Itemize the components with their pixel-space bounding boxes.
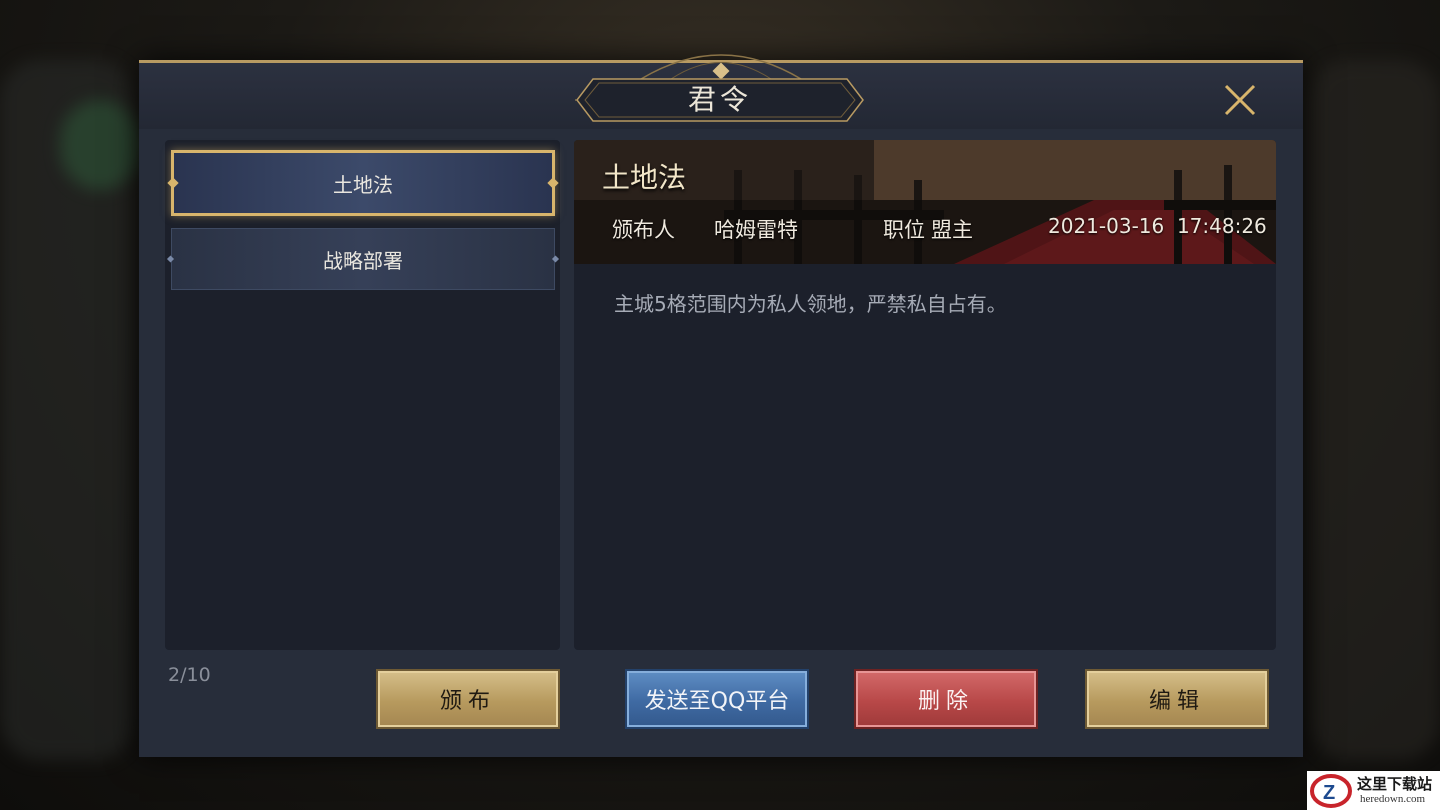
item-right-tip-icon — [547, 177, 559, 189]
list-item-strategy[interactable]: 战略部署 — [166, 228, 560, 290]
watermark-logo-icon: Z — [1310, 774, 1352, 808]
publisher-label: 颁布人 — [612, 218, 675, 242]
position-label: 职位 — [883, 218, 925, 242]
close-icon[interactable] — [1221, 81, 1259, 119]
title-plate-text-wrap: 君令 — [575, 77, 865, 123]
item-left-tip-icon — [166, 255, 175, 263]
decree-detail: 土地法 颁布人 哈姆雷特 职位 盟主 2021-03-16 17:48:26 主… — [574, 140, 1276, 650]
position-value: 盟主 — [931, 218, 973, 242]
list-item-land-law[interactable]: 土地法 — [167, 150, 559, 216]
delete-button[interactable]: 删除 — [854, 669, 1038, 729]
background-blur — [1308, 60, 1440, 760]
watermark-title: 这里下载站 — [1357, 775, 1433, 793]
dialog-header: 君令 — [139, 54, 1303, 129]
item-right-tip-icon — [551, 255, 560, 263]
list-item-label: 战略部署 — [323, 248, 403, 273]
detail-title: 土地法 — [602, 161, 687, 194]
site-watermark: Z 这里下载站 heredown.com — [1307, 771, 1440, 810]
header-ornament-icon — [640, 54, 802, 80]
publish-button[interactable]: 颁布 — [376, 669, 560, 729]
decree-dialog: 君令 土地法 战略部署 土地法 颁布人 哈姆雷特 职位 盟主 2021-03-1… — [139, 54, 1303, 757]
send-qq-button[interactable]: 发送至QQ平台 — [625, 669, 809, 729]
decree-body: 主城5格范围内为私人领地，严禁私自占有。 — [614, 292, 1007, 316]
item-left-tip-icon — [167, 177, 179, 189]
page-count: 2/10 — [168, 664, 211, 686]
svg-text:Z: Z — [1323, 782, 1335, 804]
background-blur — [60, 100, 140, 190]
dialog-title: 君令 — [687, 83, 752, 116]
decree-list: 土地法 战略部署 — [165, 140, 560, 650]
detail-banner: 土地法 颁布人 哈姆雷特 职位 盟主 2021-03-16 17:48:26 — [574, 140, 1276, 264]
publish-timestamp: 2021-03-16 17:48:26 — [1048, 214, 1267, 238]
publisher-name: 哈姆雷特 — [714, 218, 798, 242]
watermark-url: heredown.com — [1360, 793, 1426, 805]
list-item-label: 土地法 — [333, 172, 393, 197]
edit-button[interactable]: 编辑 — [1085, 669, 1269, 729]
